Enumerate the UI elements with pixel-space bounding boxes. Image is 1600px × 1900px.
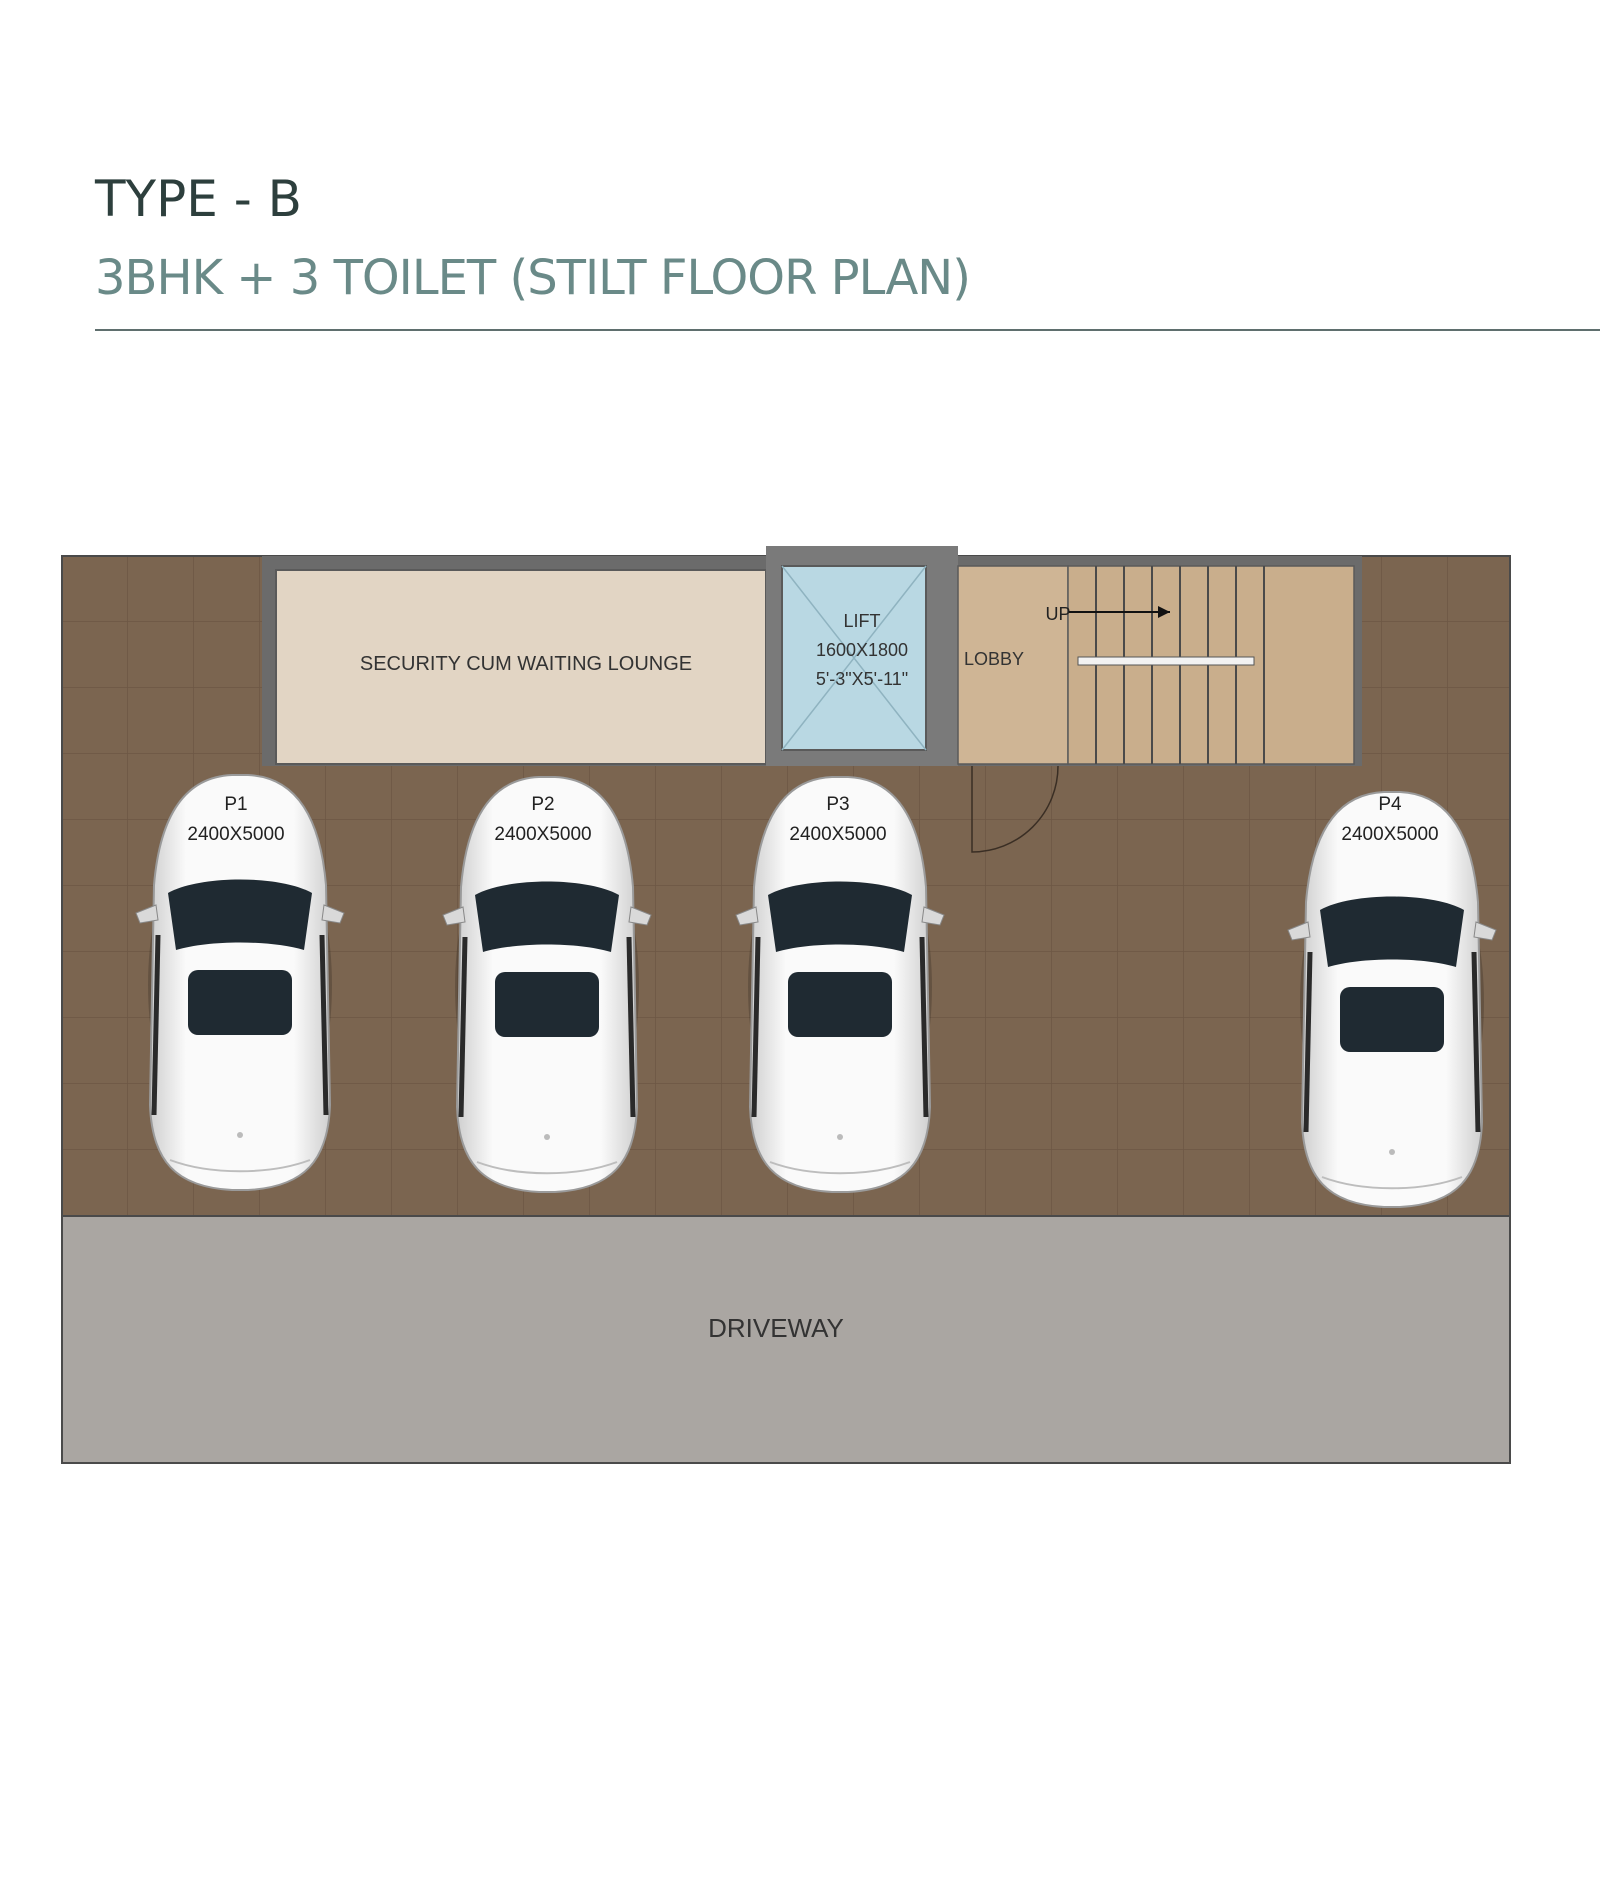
stair-landing-divider — [1077, 656, 1255, 666]
slot-id-p3: P3 — [826, 794, 849, 815]
lift-name: LIFT — [843, 611, 880, 631]
lounge-label: SECURITY CUM WAITING LOUNGE — [360, 653, 692, 675]
driveway-label: DRIVEWAY — [708, 1313, 844, 1343]
lobby-label: LOBBY — [964, 649, 1024, 669]
stair-up-label: UP — [1045, 604, 1070, 624]
slot-size-p3: 2400X5000 — [789, 824, 886, 845]
lift-size-mm: 1600X1800 — [816, 640, 908, 660]
slot-id-p1: P1 — [224, 794, 247, 815]
parking-slot-p4 — [1288, 792, 1496, 1207]
slot-size-p4: 2400X5000 — [1341, 824, 1438, 845]
lift-size-ft: 5'-3"X5'-11" — [816, 669, 908, 689]
stilt-floor-plan: DRIVEWAY SECURITY CUM WAITING LOUNGE LIF… — [61, 546, 1511, 1464]
slot-size-p1: 2400X5000 — [187, 824, 284, 845]
slot-size-p2: 2400X5000 — [494, 824, 591, 845]
slot-id-p4: P4 — [1378, 794, 1402, 815]
slot-id-p2: P2 — [531, 794, 554, 815]
